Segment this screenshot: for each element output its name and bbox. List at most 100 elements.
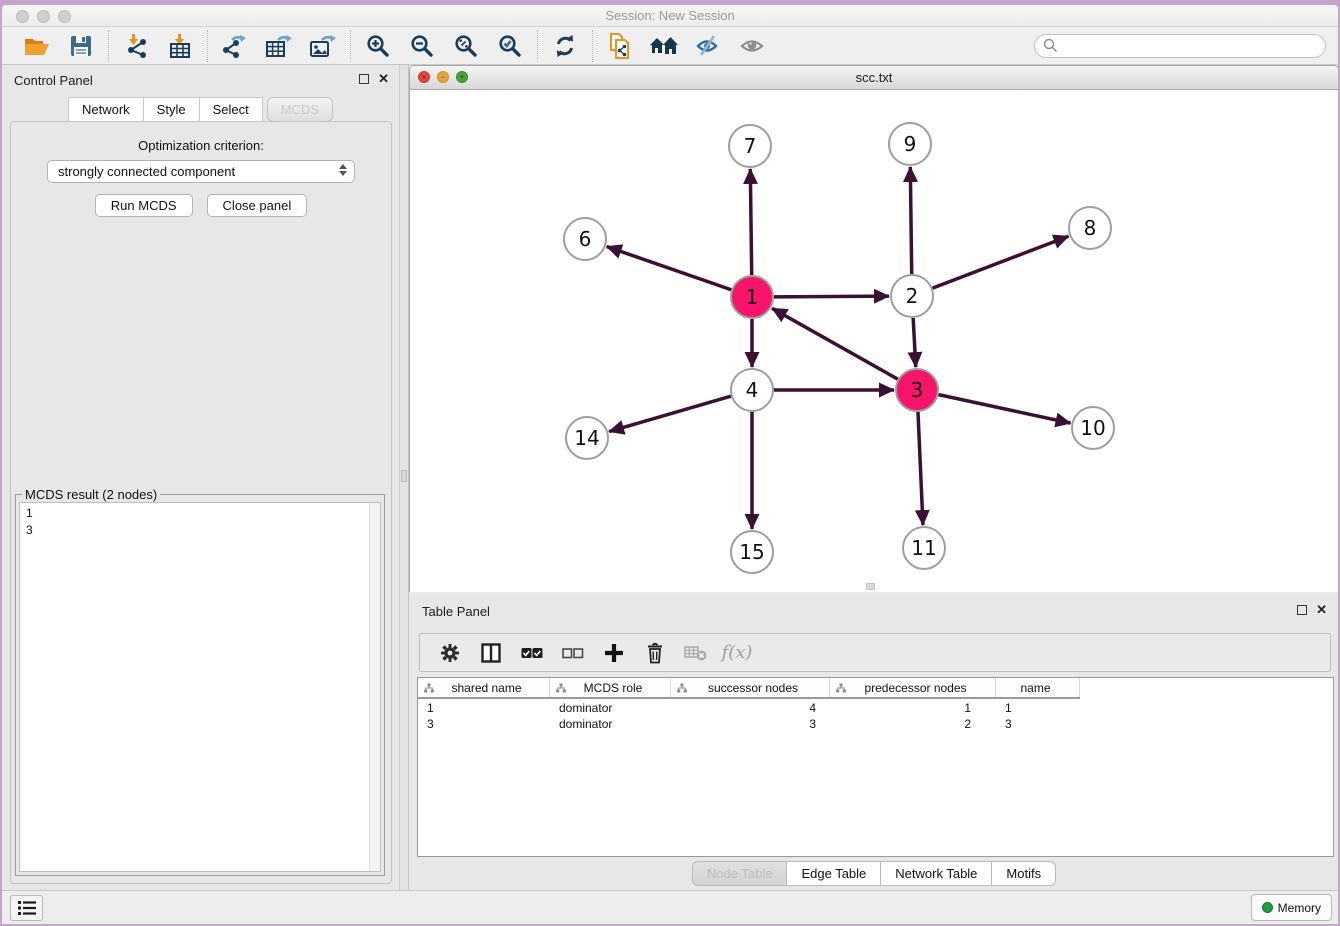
close-table-panel-icon[interactable]: ✕: [1316, 605, 1327, 615]
zoom-fit-button[interactable]: [451, 31, 481, 61]
table-cell[interactable]: dominator: [550, 701, 671, 717]
tab-network-table[interactable]: Network Table: [881, 861, 992, 886]
tab-node-table[interactable]: Node Table: [692, 861, 788, 886]
criterion-dropdown[interactable]: strongly connected component: [47, 160, 355, 183]
table-cell[interactable]: 3: [418, 717, 550, 733]
dropdown-arrows-icon: [339, 164, 347, 176]
table-cell[interactable]: 1: [418, 701, 550, 717]
function-builder-icon: f(x): [722, 642, 753, 663]
open-session-icon: [24, 35, 50, 57]
graph-edge-1-7[interactable]: [750, 169, 751, 275]
sort-tree-icon: [424, 683, 434, 693]
column-header[interactable]: name: [996, 678, 1080, 697]
column-header-label: successor nodes: [687, 681, 829, 695]
control-panel-tabs: Network Style Select MCDS: [2, 97, 399, 122]
tab-motifs[interactable]: Motifs: [992, 861, 1056, 886]
table-cell[interactable]: 1: [830, 701, 996, 717]
close-panel-button[interactable]: Close panel: [207, 194, 308, 217]
float-panel-icon[interactable]: [359, 74, 369, 84]
delete-row-button[interactable]: [643, 641, 667, 665]
add-row-button[interactable]: [602, 641, 626, 665]
deselect-all-button[interactable]: [561, 641, 585, 665]
refresh-layout-button[interactable]: [550, 31, 580, 61]
graph-edge-1-6[interactable]: [607, 247, 731, 290]
zoom-in-button[interactable]: [363, 31, 393, 61]
main-titlebar: Session: New Session: [2, 5, 1338, 27]
memory-button[interactable]: Memory: [1251, 894, 1332, 921]
graph-edge-1-2[interactable]: [774, 296, 889, 297]
run-mcds-button[interactable]: Run MCDS: [95, 194, 193, 217]
import-network-button[interactable]: [121, 31, 151, 61]
table-cell[interactable]: 2: [830, 717, 996, 733]
tab-select[interactable]: Select: [200, 97, 263, 122]
canvas-scrollbar-handle[interactable]: [866, 583, 875, 590]
graph-node-label: 15: [739, 540, 764, 564]
graph-node-label: 10: [1080, 416, 1105, 440]
import-table-button[interactable]: [165, 31, 195, 61]
save-session-button[interactable]: [66, 31, 96, 61]
mcds-result-text: 1 3: [20, 503, 380, 541]
zoom-selected-icon: [498, 34, 522, 58]
column-header[interactable]: successor nodes: [671, 678, 830, 697]
table-row[interactable]: 3dominator323: [418, 717, 1333, 733]
mcds-result-area[interactable]: 1 3: [19, 502, 381, 872]
node-table[interactable]: shared nameMCDS role successor nodesprede…: [417, 677, 1334, 857]
export-table-button[interactable]: [264, 31, 294, 61]
float-table-panel-icon[interactable]: [1297, 605, 1307, 615]
function-builder-button[interactable]: f(x): [725, 641, 749, 665]
hide-details-icon: [695, 34, 721, 58]
network-graph[interactable]: 7968124314101511: [410, 90, 1338, 592]
tab-style[interactable]: Style: [144, 97, 200, 122]
table-cell[interactable]: 3: [996, 717, 1080, 733]
zoom-out-icon: [410, 34, 434, 58]
column-header[interactable]: MCDS role: [550, 678, 671, 697]
table-settings-button[interactable]: [438, 641, 462, 665]
tab-edge-table[interactable]: Edge Table: [787, 861, 881, 886]
import-table-icon: [168, 34, 192, 58]
export-image-button[interactable]: [308, 31, 338, 61]
show-columns-button[interactable]: [479, 641, 503, 665]
select-all-button[interactable]: [520, 641, 544, 665]
zoom-out-button[interactable]: [407, 31, 437, 61]
zoom-fit-icon: [454, 34, 478, 58]
show-details-button[interactable]: [737, 31, 767, 61]
show-all-networks-button[interactable]: [649, 31, 679, 61]
export-network-button[interactable]: [220, 31, 250, 61]
column-header[interactable]: predecessor nodes: [830, 678, 996, 697]
network-canvas[interactable]: 7968124314101511: [410, 90, 1338, 592]
tab-mcds[interactable]: MCDS: [267, 97, 333, 122]
result-scrollbar[interactable]: [369, 503, 380, 871]
column-header[interactable]: shared name: [418, 678, 550, 697]
clone-network-button[interactable]: [605, 31, 635, 61]
table-cell[interactable]: 3: [671, 717, 830, 733]
close-panel-icon[interactable]: ✕: [378, 74, 389, 84]
table-row[interactable]: 1dominator411: [418, 701, 1333, 717]
memory-label: Memory: [1278, 901, 1321, 915]
graph-edge-2-8[interactable]: [933, 236, 1069, 288]
delete-table-button[interactable]: [684, 641, 708, 665]
open-session-button[interactable]: [22, 31, 52, 61]
graph-edge-4-14[interactable]: [609, 396, 731, 431]
graph-edge-3-1[interactable]: [772, 308, 898, 379]
criterion-value: strongly connected component: [58, 164, 235, 179]
graph-edge-3-10[interactable]: [939, 395, 1071, 424]
table-cell[interactable]: 1: [996, 701, 1080, 717]
mcds-pane: Optimization criterion: strongly connect…: [10, 121, 392, 884]
sort-tree-icon: [836, 683, 846, 693]
splitter-grip-icon: [401, 470, 407, 482]
zoom-selected-button[interactable]: [495, 31, 525, 61]
table-cell[interactable]: 4: [671, 701, 830, 717]
graph-edge-2-3[interactable]: [913, 318, 916, 367]
search-input[interactable]: [1034, 34, 1326, 58]
tab-network[interactable]: Network: [68, 97, 144, 122]
main-toolbar: [2, 27, 1338, 65]
panel-splitter[interactable]: [399, 65, 409, 890]
graph-edge-2-9[interactable]: [910, 167, 911, 274]
hide-details-button[interactable]: [693, 31, 723, 61]
add-row-icon: [604, 643, 624, 663]
task-history-button[interactable]: [10, 895, 43, 921]
table-cell[interactable]: dominator: [550, 717, 671, 733]
network-window-titlebar[interactable]: × − + scc.txt: [410, 66, 1338, 90]
zoom-in-icon: [366, 34, 390, 58]
graph-edge-3-11[interactable]: [918, 412, 923, 525]
